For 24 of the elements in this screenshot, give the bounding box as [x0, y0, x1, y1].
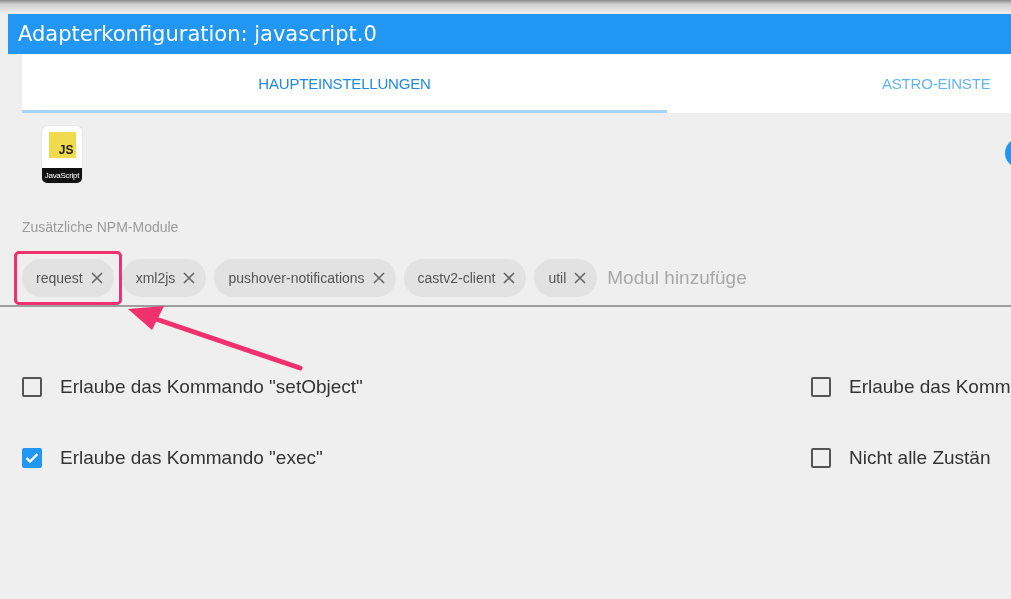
remove-icon[interactable] — [90, 272, 103, 284]
remove-icon[interactable] — [503, 272, 516, 284]
tab[interactable]: HAUPTEINSTELLUNGEN — [22, 54, 667, 113]
module-chip[interactable]: request — [22, 259, 114, 297]
logo-caption: JavaScript — [42, 168, 82, 183]
remove-icon[interactable] — [574, 272, 587, 284]
checkbox[interactable] — [811, 377, 831, 397]
module-chip[interactable]: castv2-client — [403, 259, 527, 297]
checkbox[interactable] — [22, 448, 42, 468]
checkbox[interactable] — [811, 448, 831, 468]
checkbox[interactable] — [22, 377, 42, 397]
module-chip[interactable]: xml2js — [121, 259, 207, 297]
option-label: Erlaube das Kommando "setObject" — [60, 376, 363, 398]
module-chip[interactable]: pushover-notifications — [214, 259, 396, 297]
field-label: Zusätzliche NPM-Module — [22, 219, 180, 235]
remove-icon[interactable] — [183, 272, 196, 284]
option-label: Erlaube das Komm — [849, 376, 1011, 398]
module-chip[interactable]: util — [534, 259, 598, 297]
logo-badge: JS — [48, 132, 76, 158]
window-title: Adapterkonfiguration: javascript.0 — [8, 14, 1011, 54]
option-label: Erlaube das Kommando "exec" — [60, 447, 323, 469]
remove-icon[interactable] — [372, 272, 385, 284]
option-label: Nicht alle Zustän — [849, 447, 991, 469]
chip-input-field[interactable]: request xml2js pushover-notifications castv2-client util Modul hinzufüge — [0, 251, 1011, 307]
